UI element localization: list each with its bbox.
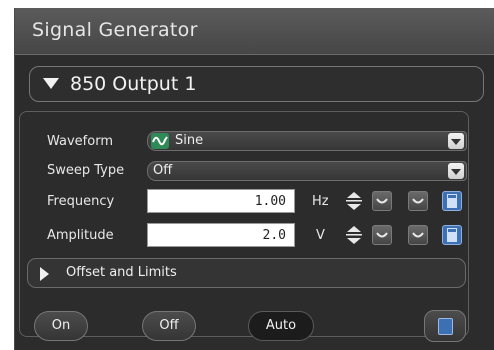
chevron-down-icon[interactable]	[448, 133, 464, 149]
calculator-icon[interactable]	[442, 225, 462, 245]
sine-wave-icon	[151, 133, 169, 149]
sweep-type-label: Sweep Type	[47, 163, 125, 178]
calculator-button[interactable]	[424, 310, 466, 342]
decrease-tilde-icon[interactable]	[372, 225, 392, 245]
panel-title: Signal Generator	[32, 19, 198, 41]
waveform-value: Sine	[175, 133, 204, 148]
amplitude-unit: V	[316, 228, 325, 243]
output-group-toggle[interactable]: 850 Output 1	[29, 66, 484, 102]
output-group-label: 850 Output 1	[70, 73, 197, 95]
sweep-type-select[interactable]: Off	[147, 161, 467, 181]
frequency-value: 1.00	[254, 194, 286, 209]
on-button[interactable]: On	[34, 311, 88, 341]
expand-down-icon	[43, 78, 59, 89]
amplitude-label: Amplitude	[47, 228, 114, 243]
waveform-label: Waveform	[47, 134, 113, 149]
up-down-spinner-icon[interactable]	[344, 224, 364, 246]
expand-right-icon	[40, 267, 49, 281]
sweep-type-value: Off	[153, 163, 173, 178]
waveform-select[interactable]: Sine	[147, 131, 467, 151]
increase-tilde-icon[interactable]	[408, 225, 428, 245]
amplitude-value: 2.0	[262, 228, 286, 243]
offset-and-limits-label: Offset and Limits	[66, 265, 177, 280]
calculator-icon[interactable]	[442, 191, 462, 211]
frequency-input[interactable]: 1.00	[147, 189, 295, 213]
frequency-label: Frequency	[47, 194, 115, 209]
up-down-spinner-icon[interactable]	[344, 190, 364, 212]
offset-and-limits-toggle[interactable]: Offset and Limits	[27, 258, 466, 288]
chevron-down-icon[interactable]	[448, 163, 464, 179]
calculator-icon	[438, 318, 453, 335]
frequency-unit: Hz	[312, 194, 329, 209]
panel-header: Signal Generator	[15, 8, 494, 55]
auto-button[interactable]: Auto	[248, 311, 314, 341]
amplitude-input[interactable]: 2.0	[147, 223, 295, 247]
off-button[interactable]: Off	[142, 311, 196, 341]
decrease-tilde-icon[interactable]	[372, 191, 392, 211]
increase-tilde-icon[interactable]	[408, 191, 428, 211]
